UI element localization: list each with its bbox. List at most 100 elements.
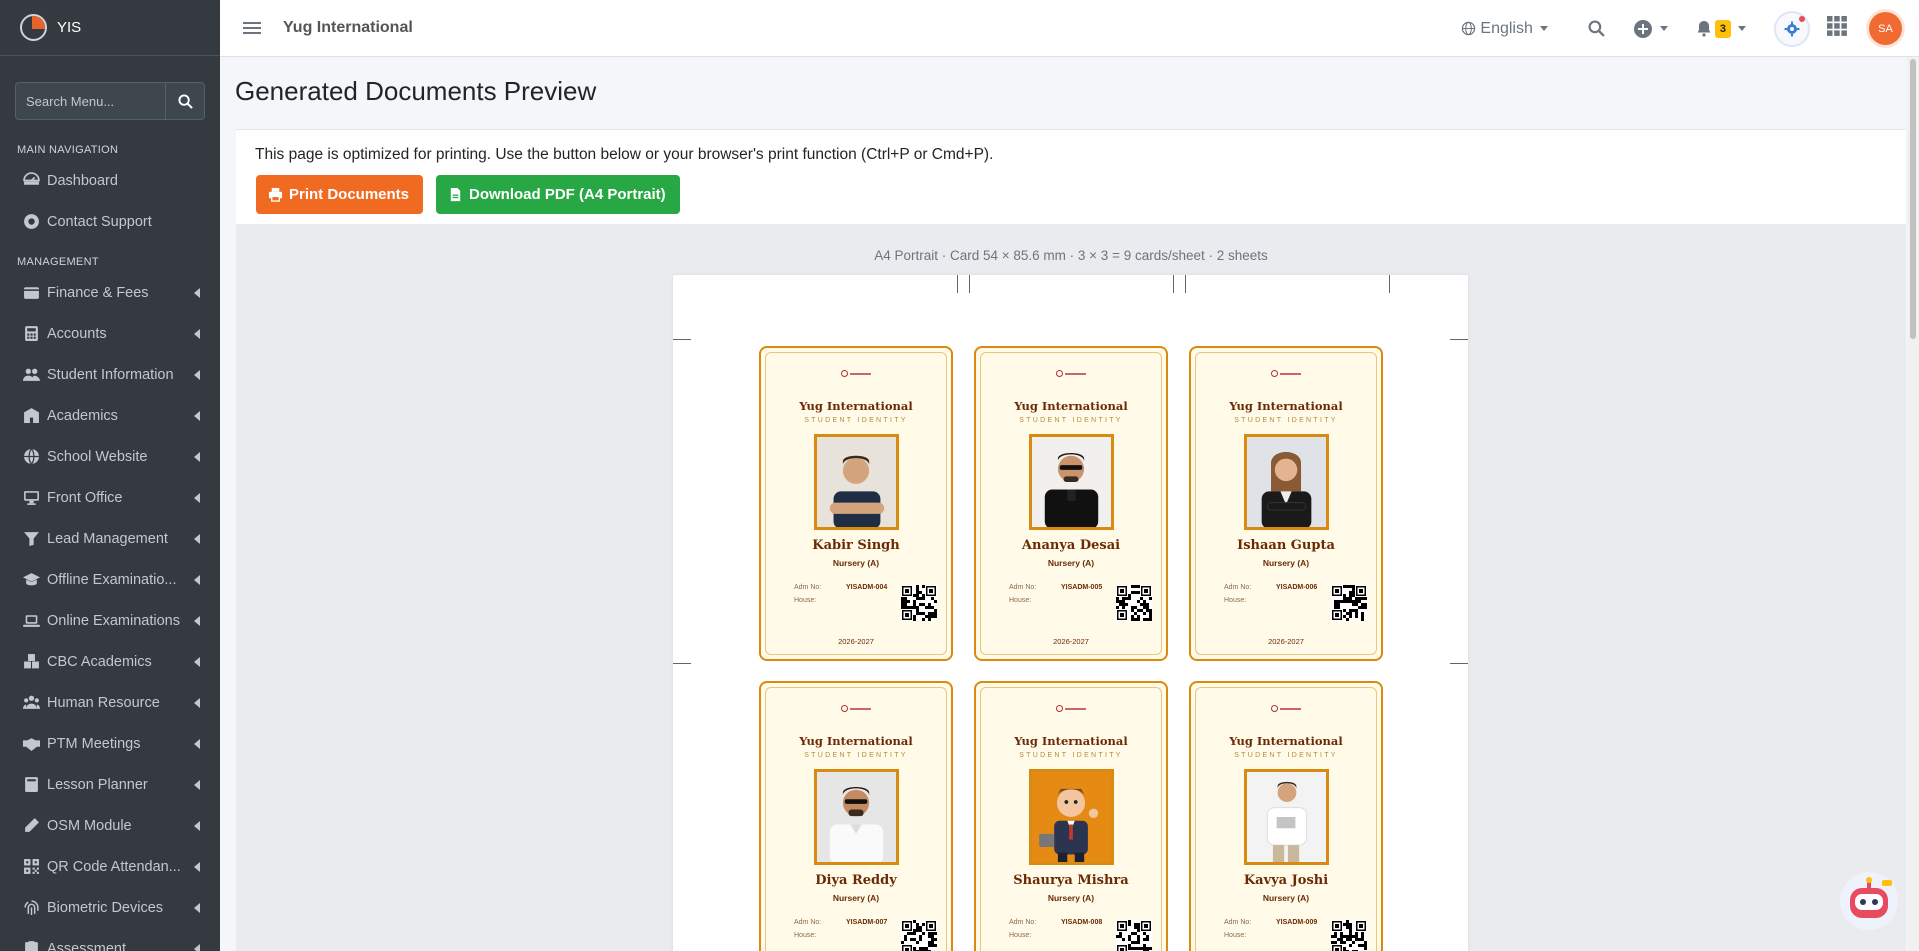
chevron-left-icon [193,369,201,380]
id-card: Yug International STUDENT IDENTITY Ananya … [974,346,1168,661]
crop-mark [969,275,970,293]
crop-mark [1450,663,1468,664]
sidebar-item-label: Dashboard [47,172,118,189]
users-icon [22,368,40,381]
sidebar-search-input[interactable] [15,82,165,120]
student-name: Ananya Desai [1021,538,1121,553]
admission-label: Adm No: [794,584,822,591]
download-pdf-button[interactable]: Download PDF (A4 Portrait) [436,175,680,214]
sidebar-item-front-office[interactable]: Front Office [0,477,220,518]
menu-toggle-icon[interactable] [243,19,261,37]
calculator-icon-wrap [19,325,43,343]
chatbot-launcher[interactable] [1838,870,1900,932]
notifications-button[interactable]: 3 [1696,19,1746,38]
apps-grid-button[interactable] [1827,16,1847,41]
sidebar-item-school-website[interactable]: School Website [0,436,220,477]
funnel-icon-wrap [19,530,43,548]
sidebar-item-dashboard[interactable]: Dashboard [0,160,220,201]
chevron-left-icon [193,410,201,421]
download-pdf-label: Download PDF (A4 Portrait) [469,186,666,203]
settings-button[interactable] [1774,10,1810,47]
admission-label: Adm No: [1009,584,1037,591]
sidebar-item-cbc-academics[interactable]: CBC Academics [0,641,220,682]
funnel-icon [23,532,39,546]
admission-label: Adm No: [1224,919,1252,926]
cubes-icon [23,654,39,669]
sidebar-item-label: Human Resource [47,694,160,711]
graduation-cap-icon [22,573,40,586]
sidebar-item-label: PTM Meetings [47,735,141,752]
fingerprint-icon-wrap [19,899,43,917]
admission-label: Adm No: [1009,919,1037,926]
house-label: House: [1009,597,1032,604]
sidebar-item-lead-management[interactable]: Lead Management [0,518,220,559]
admission-number: YISADM-006 [1276,584,1318,591]
user-avatar[interactable]: SA [1869,12,1902,45]
sidebar-item-student-information[interactable]: Student Information [0,354,220,395]
clipboard-icon-wrap [19,940,43,951]
desktop-icon [23,491,39,505]
school-logo [1271,370,1301,377]
sheet-meta: A4 Portrait · Card 54 × 85.6 mm · 3 × 3 … [874,248,1268,263]
sidebar-item-finance-fees[interactable]: Finance & Fees [0,272,220,313]
sidebar-item-accounts[interactable]: Accounts [0,313,220,354]
qr-code-wrap [1331,585,1367,621]
chevron-left-icon [193,492,201,503]
qr-code-wrap [1116,585,1152,621]
brand[interactable]: YIS [0,0,220,56]
sidebar-item-label: Academics [47,407,118,424]
page-scrollbar[interactable] [1907,57,1919,951]
sidebar-item-biometric-devices[interactable]: Biometric Devices [0,887,220,928]
chevron-down-icon [1738,26,1746,31]
school-logo [1056,370,1086,377]
qrcode-icon [23,859,39,874]
search-button[interactable] [1588,20,1605,37]
handshake-icon-wrap [19,735,43,753]
calculator-icon [24,326,38,341]
card-subtitle: STUDENT IDENTITY [1234,752,1338,759]
qr-code [901,585,937,621]
language-selector[interactable]: English [1461,20,1548,38]
admission-number: YISADM-004 [846,584,888,591]
student-name: Kavya Joshi [1243,873,1329,888]
student-class: Nursery (A) [832,558,880,568]
sidebar-item-qr-code-attendan[interactable]: QR Code Attendan... [0,846,220,887]
student-class: Nursery (A) [1262,893,1310,903]
sidebar-item-assessment[interactable]: Assessment [0,928,220,951]
sidebar-item-online-examinations[interactable]: Online Examinations [0,600,220,641]
card-school-name: Yug International [799,734,913,748]
brand-logo [20,14,47,41]
sidebar-item-academics[interactable]: Academics [0,395,220,436]
handshake-icon [22,738,40,751]
sidebar-search [15,82,205,120]
wallet-icon [23,287,39,299]
sidebar-item-label: Accounts [47,325,107,342]
dashboard-icon-wrap [19,172,43,190]
search-icon [177,93,193,109]
qr-code [901,920,937,951]
scrollbar-thumb[interactable] [1910,59,1916,339]
school-logo [1056,705,1086,712]
support-icon [23,214,39,229]
sidebar-item-lesson-planner[interactable]: Lesson Planner [0,764,220,805]
sidebar-item-contact-support[interactable]: Contact Support [0,201,220,242]
quick-add-button[interactable] [1633,19,1668,39]
sidebar-item-ptm-meetings[interactable]: PTM Meetings [0,723,220,764]
search-icon [1588,20,1605,37]
student-photo [1029,434,1114,530]
chevron-left-icon [193,287,201,298]
admission-label: Adm No: [794,919,822,926]
sidebar-item-offline-examinatio[interactable]: Offline Examinatio... [0,559,220,600]
house-label: House: [1224,932,1247,939]
chevron-left-icon [193,779,201,790]
sidebar-item-osm-module[interactable]: OSM Module [0,805,220,846]
sidebar-item-human-resource[interactable]: Human Resource [0,682,220,723]
notification-badge: 3 [1714,19,1731,38]
card-subtitle: STUDENT IDENTITY [804,417,908,424]
sidebar-search-button[interactable] [165,82,205,120]
grid-icon [1827,16,1847,36]
print-documents-button[interactable]: Print Documents [256,175,423,214]
crop-mark [673,339,691,340]
topbar: Yug International English 3 SA [220,0,1919,57]
sidebar-item-label: CBC Academics [47,653,152,670]
